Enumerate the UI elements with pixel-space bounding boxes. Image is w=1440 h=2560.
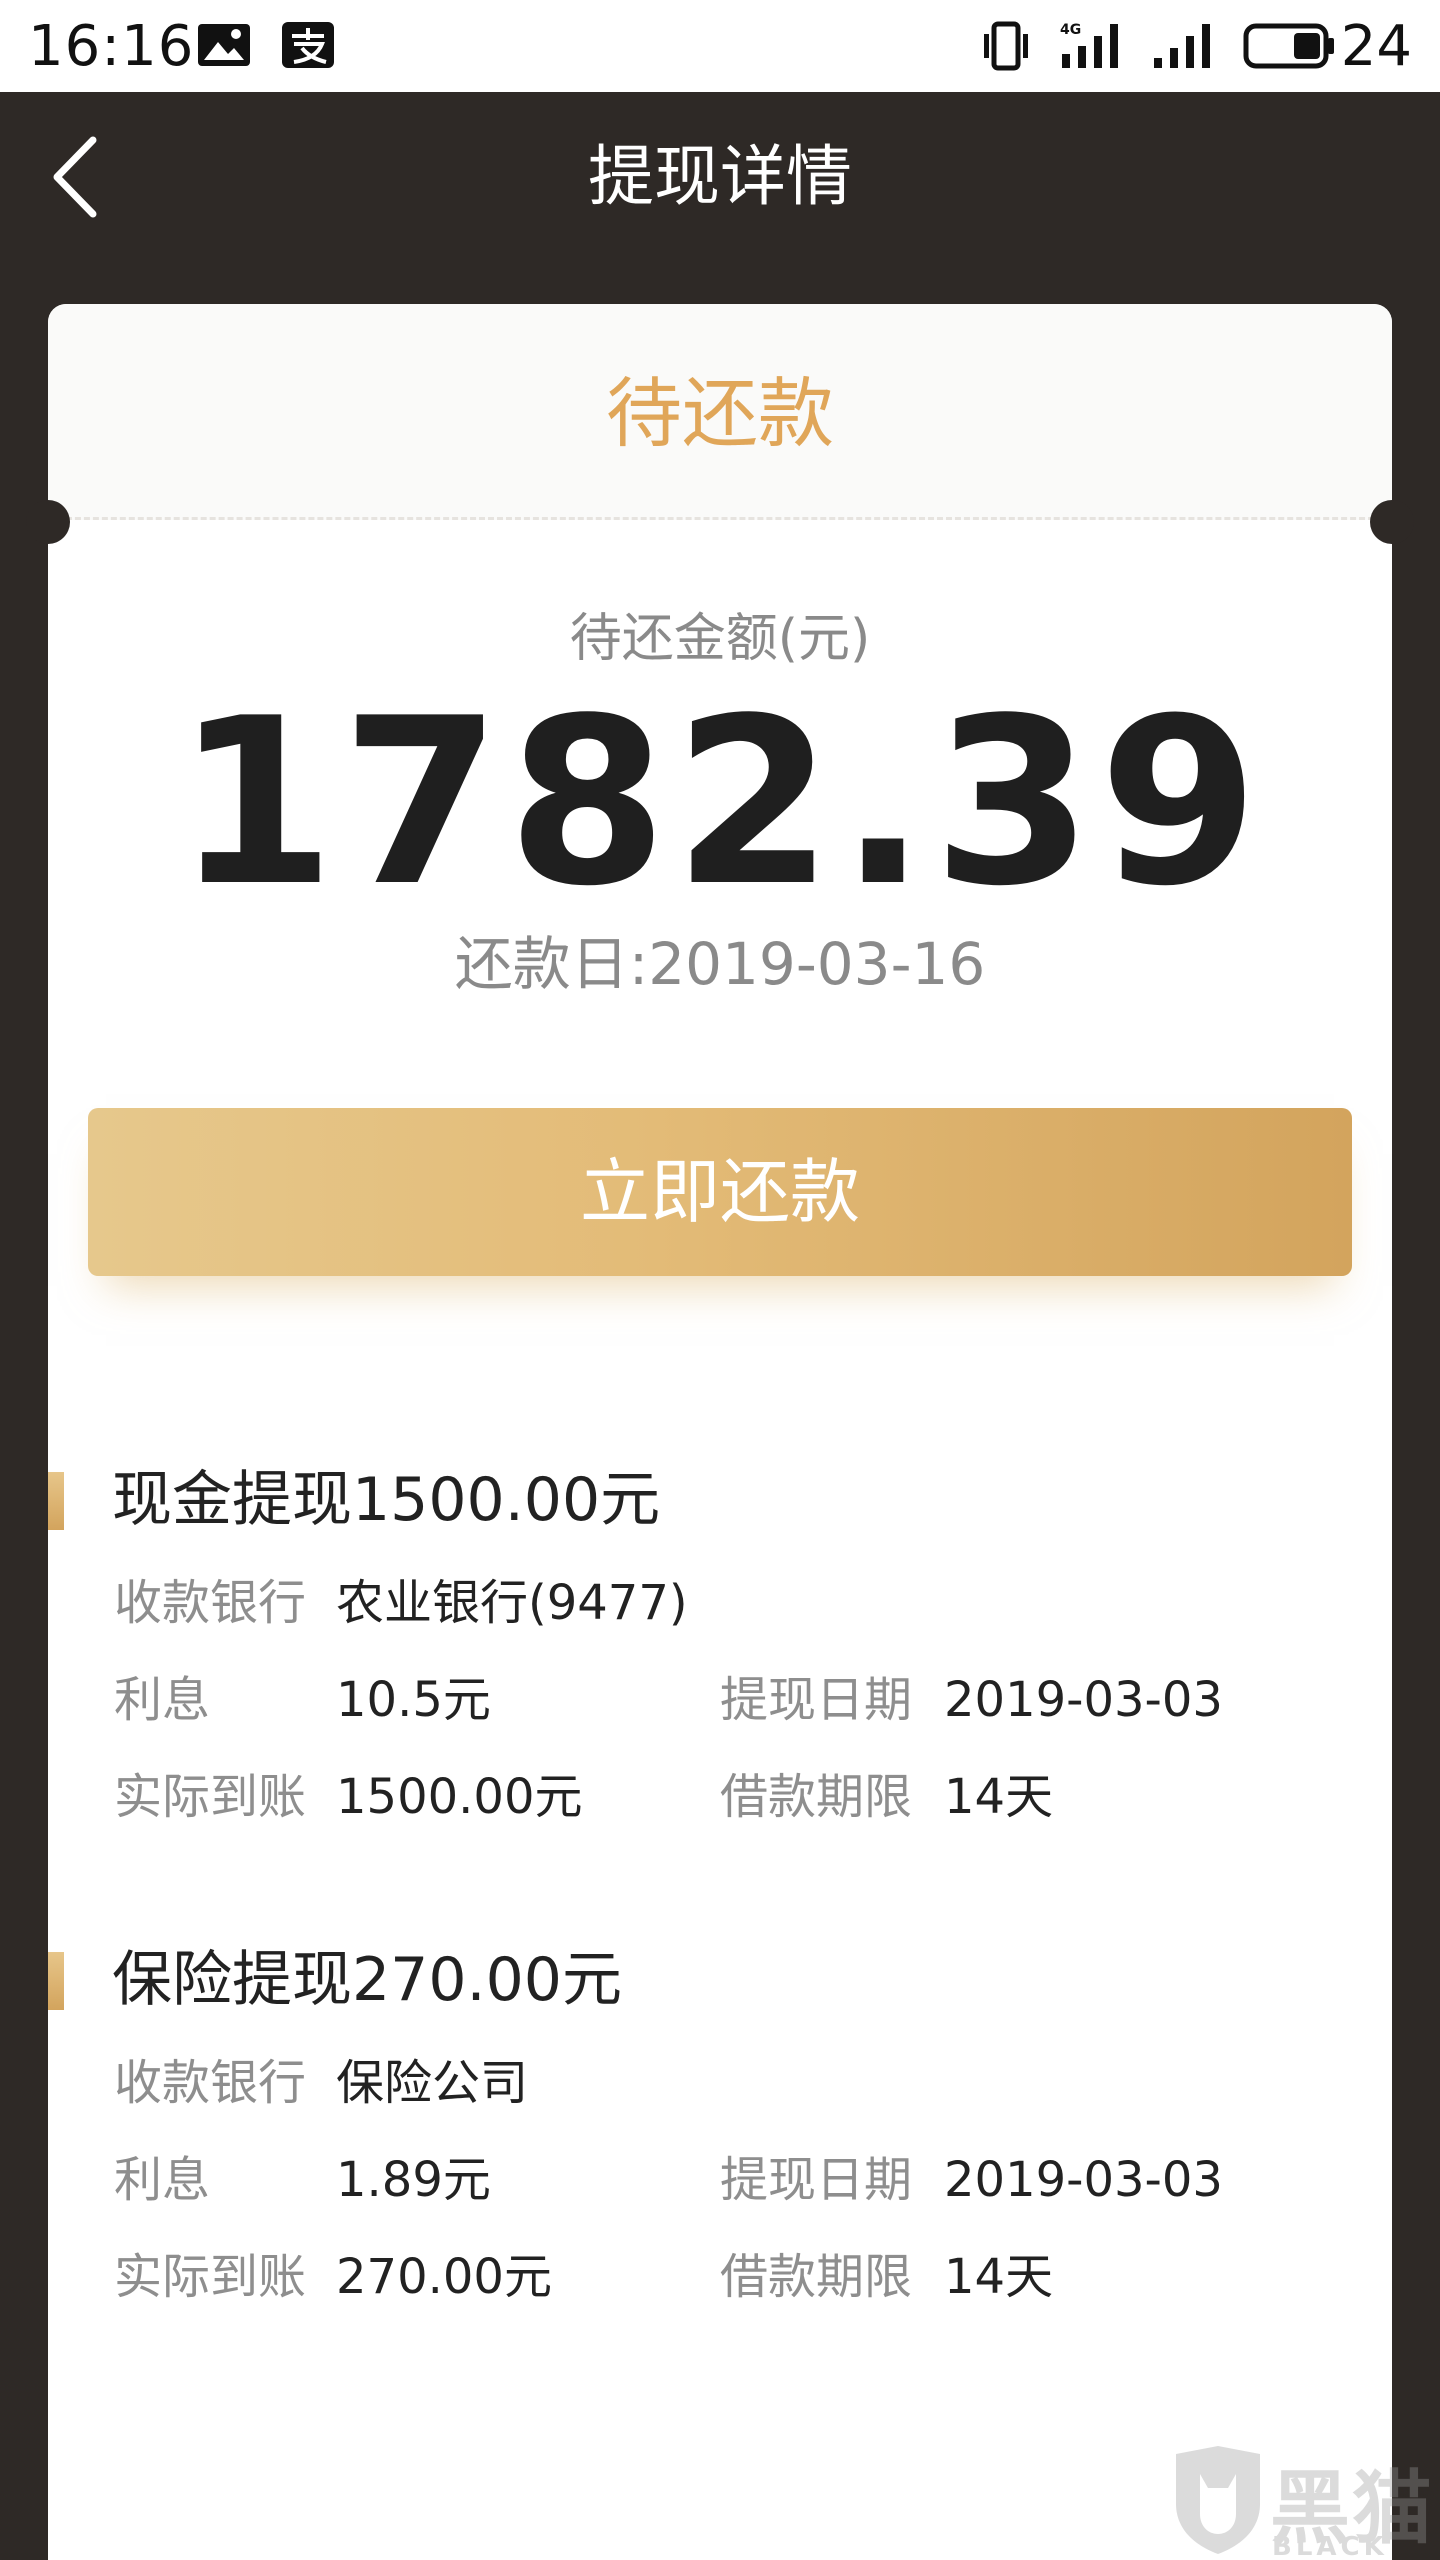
row-bank: 收款银行 保险公司 bbox=[48, 2048, 1392, 2118]
battery-level: 24 bbox=[1340, 14, 1412, 79]
interest-label: 利息 bbox=[114, 1672, 211, 1728]
signal-icon bbox=[1150, 20, 1220, 76]
cat-shield-icon bbox=[1176, 2446, 1260, 2554]
bank-value: 农业银行(9477) bbox=[336, 1575, 688, 1631]
received-value: 270.00元 bbox=[336, 2249, 552, 2305]
date-value: 2019-03-03 bbox=[944, 1672, 1223, 1728]
date-value: 2019-03-03 bbox=[944, 2152, 1223, 2208]
term-value: 14天 bbox=[944, 1769, 1054, 1825]
received-label: 实际到账 bbox=[114, 2249, 307, 2305]
alipay-icon bbox=[280, 20, 336, 74]
watermark-subtext: BLACK CAT bbox=[1272, 2532, 1388, 2560]
bank-label: 收款银行 bbox=[114, 1575, 307, 1631]
ticket-notch-right bbox=[1370, 500, 1414, 544]
interest-value: 10.5元 bbox=[336, 1672, 491, 1728]
withdrawal-card: 待还款 待还金额(元) 1782.39 还款日:2019-03-16 立即还款 … bbox=[26, 304, 1414, 2560]
repay-now-button[interactable]: 立即还款 bbox=[88, 1108, 1352, 1276]
interest-value: 1.89元 bbox=[336, 2152, 491, 2208]
gallery-icon bbox=[196, 20, 252, 74]
vibrate-icon bbox=[980, 20, 1032, 76]
due-date: 还款日:2019-03-16 bbox=[454, 930, 986, 998]
section-title: 保险提现270.00元 bbox=[112, 1945, 622, 2015]
bank-label: 收款银行 bbox=[114, 2055, 307, 2111]
section-accent-bar bbox=[48, 1472, 64, 1530]
row-interest-date: 利息 1.89元 提现日期 2019-03-03 bbox=[48, 2145, 1392, 2215]
amount-value: 1782.39 bbox=[175, 670, 1265, 937]
status-time: 16:16 bbox=[28, 14, 195, 79]
battery-icon bbox=[1242, 20, 1338, 76]
status-label: 待还款 bbox=[606, 369, 834, 458]
app-header: 提现详情 bbox=[0, 92, 1440, 302]
date-label: 提现日期 bbox=[720, 2152, 913, 2208]
row-received-term: 实际到账 270.00元 借款期限 14天 bbox=[48, 2242, 1392, 2312]
card-status-area: 待还款 bbox=[48, 304, 1392, 520]
black-cat-watermark: 黑猫 BLACK CAT bbox=[1160, 2440, 1440, 2560]
page-title: 提现详情 bbox=[588, 138, 852, 215]
bank-value: 保险公司 bbox=[336, 2055, 529, 2111]
status-bar: 16:16 4G 24 bbox=[0, 0, 1440, 92]
row-interest-date: 利息 10.5元 提现日期 2019-03-03 bbox=[48, 1665, 1392, 1735]
row-bank: 收款银行 农业银行(9477) bbox=[48, 1568, 1392, 1638]
svg-text:4G: 4G bbox=[1060, 22, 1081, 38]
received-value: 1500.00元 bbox=[336, 1769, 583, 1825]
row-received-term: 实际到账 1500.00元 借款期限 14天 bbox=[48, 1762, 1392, 1832]
section-title: 现金提现1500.00元 bbox=[112, 1465, 661, 1535]
date-label: 提现日期 bbox=[720, 1672, 913, 1728]
term-value: 14天 bbox=[944, 2249, 1054, 2305]
signal-4g-icon: 4G bbox=[1058, 20, 1128, 76]
ticket-notch-left bbox=[26, 500, 70, 544]
term-label: 借款期限 bbox=[720, 1769, 913, 1825]
received-label: 实际到账 bbox=[114, 1769, 307, 1825]
interest-label: 利息 bbox=[114, 2152, 211, 2208]
section-accent-bar bbox=[48, 1952, 64, 2010]
term-label: 借款期限 bbox=[720, 2249, 913, 2305]
amount-label: 待还金额(元) bbox=[569, 609, 871, 669]
